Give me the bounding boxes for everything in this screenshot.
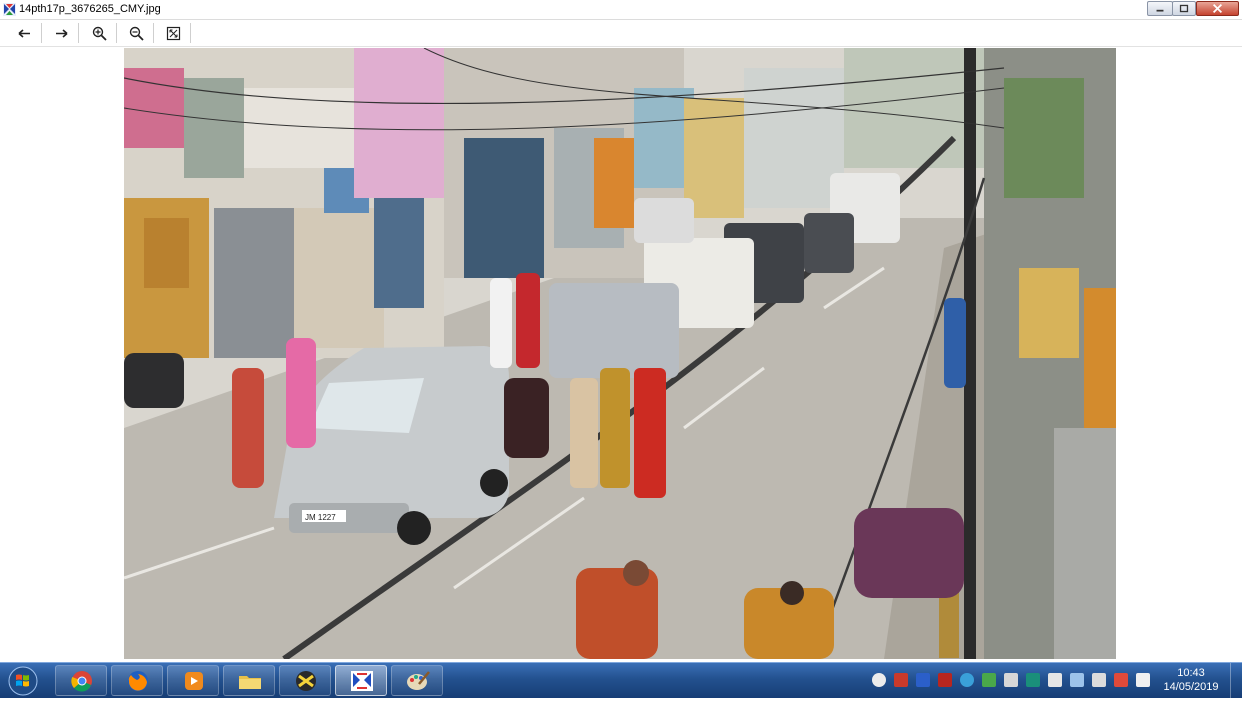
tray-sync-icon[interactable] [960,673,974,687]
close-button[interactable] [1196,1,1239,16]
next-image-button[interactable] [45,23,79,43]
tray-display-icon[interactable] [1070,673,1084,687]
tray-vpn-icon[interactable] [1048,673,1062,687]
previous-image-button[interactable] [8,23,42,43]
license-plate: JM 1227 [305,513,336,522]
network-icon[interactable] [1136,673,1150,687]
image-viewport: JM 1227 [0,47,1242,662]
chrome-icon [71,671,92,692]
fit-to-window-button[interactable] [157,23,191,43]
maximize-icon [1179,4,1189,13]
windows-start-icon [8,666,38,696]
zoom-in-button[interactable] [83,23,117,43]
arrow-right-icon [56,29,68,38]
street-scene: JM 1227 [124,48,1116,659]
clock-time: 10:43 [1177,667,1205,679]
taskbar-media-player[interactable] [167,665,219,696]
taskbar-image-viewer[interactable] [335,665,387,696]
close-icon [1212,3,1223,14]
minimize-button[interactable] [1147,1,1173,16]
action-center-flag-icon[interactable] [1114,673,1128,687]
zoom-in-icon [92,26,107,41]
title-bar: 14pth17p_3676265_CMY.jpg [0,0,1242,20]
media-player-icon [185,672,203,690]
shop-signboard [1019,268,1079,358]
system-tray [868,663,1158,699]
start-button[interactable] [2,664,42,697]
taskbar-xnview[interactable] [279,665,331,696]
arrow-left-icon [18,29,30,38]
tray-antivirus-icon[interactable] [894,673,908,687]
taskbar: 10:43 14/05/2019 [0,662,1242,698]
tray-update-icon[interactable] [938,673,952,687]
taskbar-chrome[interactable] [55,665,107,696]
window-title: 14pth17p_3676265_CMY.jpg [19,3,161,15]
paint-icon [407,671,430,690]
xnview-icon [296,671,316,691]
viewer-toolbar [0,20,1242,47]
taskbar-paint[interactable] [391,665,443,696]
photo-viewer-icon [3,3,16,16]
taskbar-clock[interactable]: 10:43 14/05/2019 [1160,666,1222,694]
firefox-icon [128,671,148,691]
minimize-icon [1156,9,1164,12]
taskbar-firefox[interactable] [111,665,163,696]
street-photo[interactable]: JM 1227 [124,48,1116,659]
fit-window-icon [166,26,181,41]
taskbar-file-explorer[interactable] [223,665,275,696]
volume-icon[interactable] [1092,673,1106,687]
viewer-icon [351,671,373,691]
tray-printer-icon[interactable] [1004,673,1018,687]
tray-network-app-icon[interactable] [916,673,930,687]
clock-date: 14/05/2019 [1163,681,1219,693]
zoom-out-icon [129,26,144,41]
tray-cloud-icon[interactable] [1026,673,1040,687]
tray-security-icon[interactable] [982,673,996,687]
file-explorer-icon [239,676,261,689]
tray-app-icon[interactable] [872,673,886,687]
maximize-button[interactable] [1172,1,1196,16]
zoom-out-button[interactable] [120,23,154,43]
show-desktop-button[interactable] [1230,663,1242,698]
